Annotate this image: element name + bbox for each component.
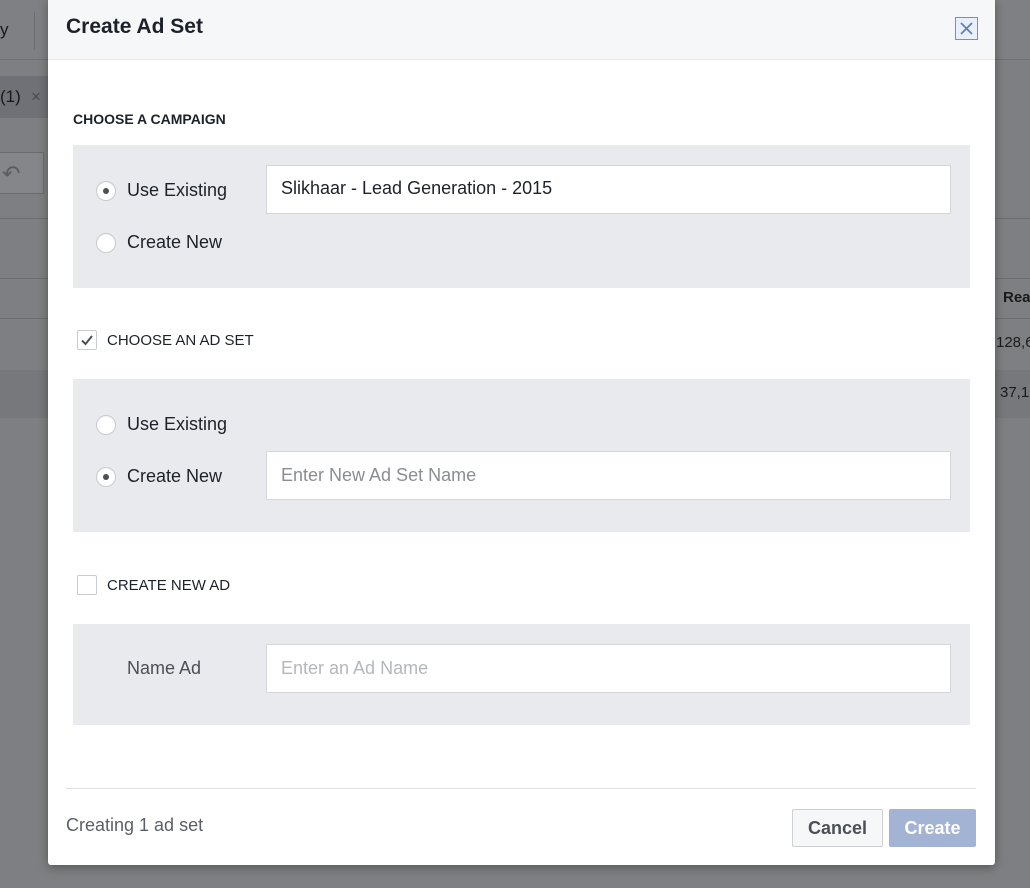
choose-ad-set-checkbox[interactable]	[77, 330, 97, 350]
create-new-ad-toggle[interactable]: CREATE NEW AD	[77, 575, 230, 595]
choose-campaign-label: CHOOSE A CAMPAIGN	[73, 111, 226, 127]
ad-set-create-new-radio[interactable]	[96, 466, 116, 487]
background-column-header: Rea	[1003, 289, 1030, 306]
background-cell: 128,6	[996, 334, 1030, 351]
ad-set-create-new-option[interactable]: Create New	[96, 466, 222, 487]
create-new-ad-checkbox[interactable]	[77, 575, 97, 595]
campaign-use-existing-radio[interactable]	[96, 180, 116, 201]
dialog-title: Create Ad Set	[66, 15, 203, 38]
checkmark-icon	[81, 335, 93, 346]
new-ad-panel: Name Ad	[73, 624, 970, 725]
create-new-ad-label: CREATE NEW AD	[107, 576, 231, 594]
background-text-fragment: y	[0, 20, 9, 39]
choose-ad-set-label: CHOOSE AN AD SET	[107, 331, 254, 349]
ad-set-use-existing-radio[interactable]	[96, 414, 116, 435]
ad-set-use-existing-option[interactable]: Use Existing	[96, 414, 227, 435]
name-ad-label: Name Ad	[127, 658, 202, 678]
campaign-create-new-option[interactable]: Create New	[96, 232, 222, 253]
undo-icon: ↶	[2, 161, 21, 186]
background-cell: 37,1	[1000, 384, 1030, 401]
campaign-name-field[interactable]: Slikhaar - Lead Generation - 2015	[266, 165, 951, 214]
create-button[interactable]: Create	[889, 809, 976, 847]
dialog-header: Create Ad Set	[48, 0, 995, 60]
ad-set-name-input[interactable]	[266, 451, 951, 500]
footer-status-text: Creating 1 ad set	[66, 815, 204, 835]
close-button[interactable]	[955, 17, 978, 40]
background-chip-text: (1)	[0, 87, 21, 106]
background-undo-button: ↶	[0, 152, 44, 194]
close-icon	[960, 22, 973, 35]
campaign-use-existing-label: Use Existing	[127, 180, 228, 200]
background-divider	[34, 12, 35, 50]
ad-set-create-new-label: Create New	[127, 466, 223, 486]
ad-set-use-existing-label: Use Existing	[127, 414, 228, 434]
ad-set-panel: Use Existing Create New	[73, 379, 970, 532]
campaign-panel: Use Existing Create New Slikhaar - Lead …	[73, 145, 970, 288]
ad-name-input[interactable]	[266, 644, 951, 693]
campaign-create-new-radio[interactable]	[96, 232, 116, 253]
footer-divider	[66, 788, 976, 789]
background-filter-chip: (1) ×	[0, 76, 50, 118]
campaign-create-new-label: Create New	[127, 232, 223, 252]
background-chip-close-icon: ×	[31, 87, 41, 106]
campaign-use-existing-option[interactable]: Use Existing	[96, 180, 227, 201]
create-ad-set-dialog: Create Ad Set CHOOSE A CAMPAIGN Use Exis…	[48, 0, 995, 865]
choose-ad-set-toggle[interactable]: CHOOSE AN AD SET	[77, 330, 254, 350]
cancel-button[interactable]: Cancel	[792, 809, 883, 847]
